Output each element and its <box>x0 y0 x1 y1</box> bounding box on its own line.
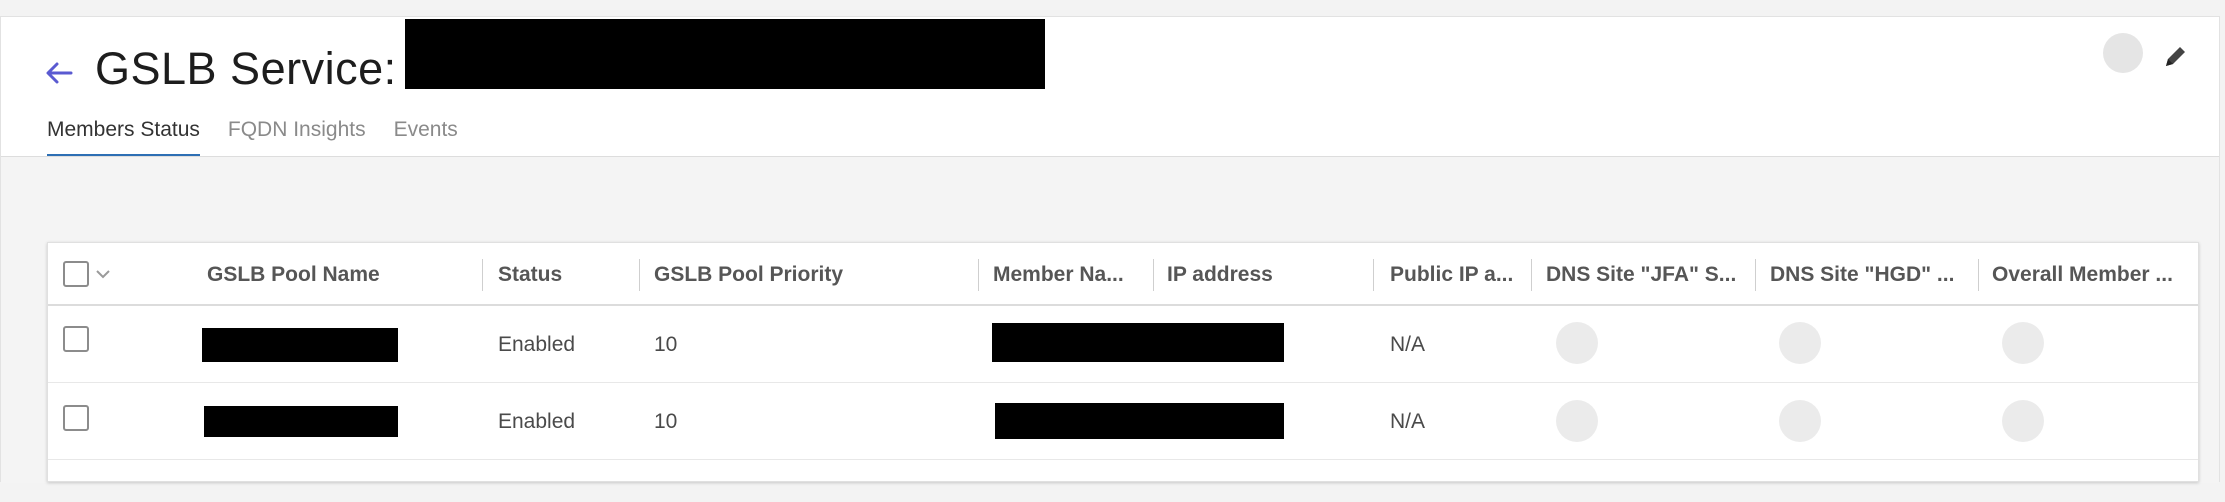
col-gslb-pool-name[interactable]: GSLB Pool Name <box>207 243 467 306</box>
priority-cell: 10 <box>654 333 678 356</box>
table-row[interactable]: Enabled 10 N/A <box>48 383 2198 460</box>
page-header: GSLB Service: Members Status FQDN Insigh… <box>1 17 2219 157</box>
col-status[interactable]: Status <box>498 243 638 306</box>
tab-events[interactable]: Events <box>394 113 458 157</box>
tab-members-status[interactable]: Members Status <box>47 113 200 157</box>
column-separator <box>482 259 483 291</box>
redacted-member-ip <box>992 323 1284 362</box>
public-ip-cell: N/A <box>1390 333 1426 356</box>
column-separator <box>978 259 979 291</box>
col-member-name[interactable]: Member Na... <box>993 243 1158 306</box>
page-title: GSLB Service: <box>95 43 397 94</box>
table-header: GSLB Pool Name Status GSLB Pool Priority… <box>48 243 2198 306</box>
status-indicator <box>2103 33 2143 73</box>
priority-cell: 10 <box>654 410 678 433</box>
column-separator <box>1755 259 1756 291</box>
back-arrow-icon[interactable] <box>41 55 77 91</box>
column-separator <box>1153 259 1154 291</box>
pencil-icon[interactable] <box>2161 43 2189 71</box>
status-dot <box>1556 322 1598 364</box>
status-dot <box>1556 400 1598 442</box>
members-table: GSLB Pool Name Status GSLB Pool Priority… <box>47 242 2199 482</box>
status-dot <box>2002 400 2044 442</box>
row-checkbox[interactable] <box>63 326 89 352</box>
status-dot <box>1779 400 1821 442</box>
redacted-pool-name <box>202 328 398 362</box>
status-cell: Enabled <box>498 410 576 433</box>
col-gslb-pool-priority[interactable]: GSLB Pool Priority <box>654 243 964 306</box>
status-dot <box>2002 322 2044 364</box>
status-cell: Enabled <box>498 333 576 356</box>
col-overall-member[interactable]: Overall Member ... <box>1992 243 2192 306</box>
column-separator <box>1978 259 1979 291</box>
column-separator <box>639 259 640 291</box>
col-ip-address[interactable]: IP address <box>1167 243 1367 306</box>
redacted-service-name <box>405 19 1045 89</box>
col-dns-site-jfa[interactable]: DNS Site "JFA" S... <box>1546 243 1756 306</box>
col-dns-site-hgd[interactable]: DNS Site "HGD" ... <box>1770 243 1980 306</box>
tab-bar: Members Status FQDN Insights Events <box>47 113 458 157</box>
table-row[interactable]: Enabled 10 N/A <box>48 306 2198 383</box>
public-ip-cell: N/A <box>1390 410 1426 433</box>
tab-fqdn-insights[interactable]: FQDN Insights <box>228 113 366 157</box>
select-all-checkbox[interactable] <box>63 261 89 287</box>
app-frame: GSLB Service: Members Status FQDN Insigh… <box>0 16 2220 483</box>
column-separator <box>1531 259 1532 291</box>
redacted-pool-name <box>204 406 398 437</box>
row-checkbox[interactable] <box>63 405 89 431</box>
status-dot <box>1779 322 1821 364</box>
column-separator <box>1373 259 1374 291</box>
col-public-ip[interactable]: Public IP a... <box>1390 243 1535 306</box>
chevron-down-icon[interactable] <box>94 265 112 283</box>
redacted-member-ip <box>995 403 1284 439</box>
